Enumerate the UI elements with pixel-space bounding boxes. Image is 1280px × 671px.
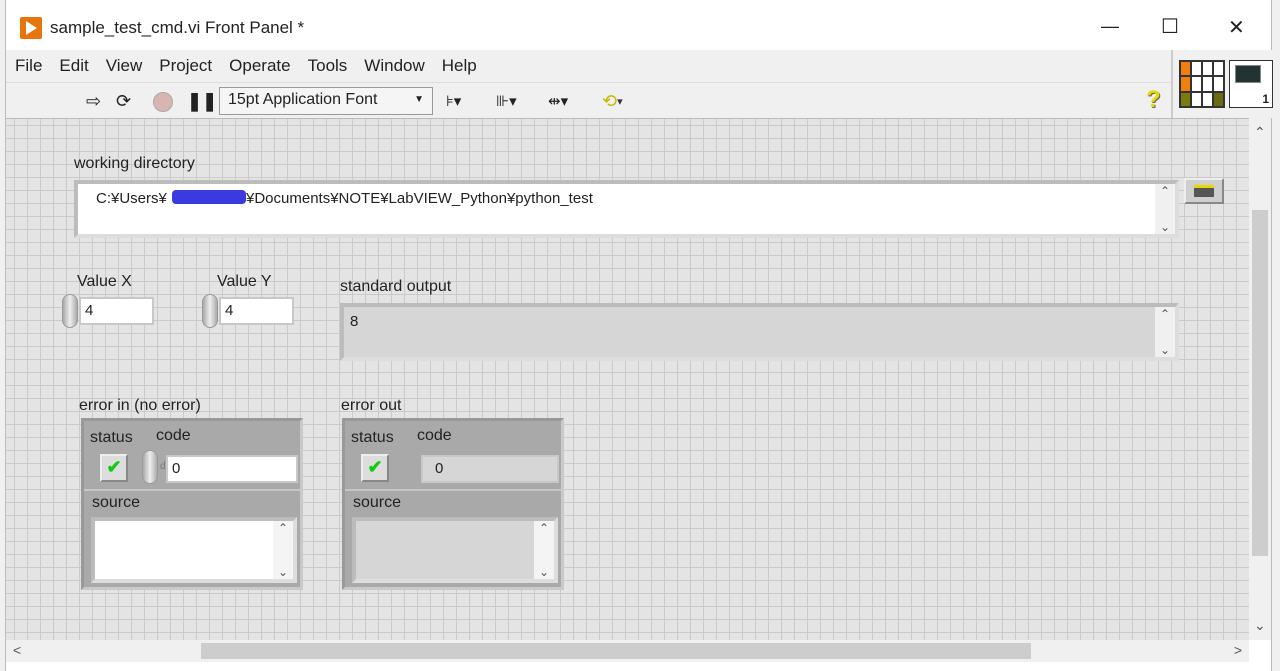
menu-bar: File Edit View Project Operate Tools Win…	[6, 50, 1171, 82]
resize-objects-icon[interactable]: ⇹▾	[548, 88, 568, 114]
scroll-down-button[interactable]: ⌄	[1254, 617, 1266, 634]
run-continuously-icon[interactable]: ⟳	[116, 88, 131, 114]
path-value-prefix: C:¥Users¥	[96, 190, 167, 207]
value-x-input[interactable]: 4	[79, 297, 154, 325]
error-out-source-indicator: ⌃⌄	[352, 517, 558, 583]
scroll-up-icon[interactable]: ⌃	[1160, 184, 1170, 198]
working-directory-label: working directory	[74, 155, 195, 173]
value-x-label: Value X	[77, 273, 132, 291]
menu-file[interactable]: File	[15, 56, 42, 76]
menu-window[interactable]: Window	[364, 56, 424, 76]
font-select-value: 15pt Application Font	[228, 91, 377, 108]
standard-output-scrollbar[interactable]: ⌃⌄	[1155, 307, 1175, 357]
scroll-down-icon[interactable]: ⌄	[1160, 343, 1170, 357]
error-out-status-label: status	[351, 429, 394, 447]
scroll-up-icon[interactable]: ⌃	[1160, 307, 1170, 321]
menu-operate[interactable]: Operate	[229, 56, 290, 76]
scroll-up-icon[interactable]: ⌃	[539, 521, 549, 535]
path-scrollbar[interactable]: ⌃⌄	[1155, 184, 1175, 234]
error-in-code-increment-decrement[interactable]	[142, 450, 158, 484]
labview-logo-icon	[20, 17, 42, 39]
icon-pane: 1	[1171, 50, 1273, 118]
minimize-button[interactable]: —	[1101, 16, 1119, 37]
maximize-button[interactable]: ☐	[1161, 14, 1179, 39]
error-out-code-label: code	[417, 427, 452, 445]
menu-tools[interactable]: Tools	[308, 56, 348, 76]
error-out-status-indicator: ✔	[361, 454, 389, 482]
vi-icon-number: 1	[1262, 92, 1269, 106]
scroll-down-icon[interactable]: ⌄	[539, 565, 549, 579]
scroll-right-button[interactable]: >	[1234, 642, 1242, 658]
pause-icon[interactable]: ❚❚	[187, 88, 217, 114]
scroll-up-icon[interactable]: ⌃	[278, 521, 288, 535]
error-out-cluster: status code ✔ d 0 source ⌃⌄	[342, 418, 564, 590]
error-out-code-indicator: 0	[421, 455, 559, 483]
scroll-down-icon[interactable]: ⌄	[1160, 220, 1170, 234]
standard-output-value: 8	[350, 313, 358, 330]
toolbar	[6, 82, 1171, 118]
value-y-input[interactable]: 4	[219, 297, 294, 325]
path-value-suffix: ¥Documents¥NOTE¥LabVIEW_Python¥python_te…	[246, 190, 593, 207]
value-y-label: Value Y	[217, 273, 272, 291]
error-in-label: error in (no error)	[79, 397, 201, 415]
reorder-icon[interactable]: ⟲▾	[602, 88, 623, 114]
menu-help[interactable]: Help	[442, 56, 477, 76]
scroll-up-button[interactable]: ⌃	[1254, 124, 1266, 141]
redacted-username	[172, 190, 246, 204]
error-out-label: error out	[341, 397, 401, 415]
standard-output-label: standard output	[340, 278, 451, 296]
menu-view[interactable]: View	[106, 56, 143, 76]
error-out-source-label: source	[353, 494, 401, 512]
title-bar: sample_test_cmd.vi Front Panel * — ☐ ✕	[6, 0, 1271, 52]
close-button[interactable]: ✕	[1228, 15, 1245, 40]
vertical-scrollbar[interactable]: ⌃ ⌄	[1249, 118, 1271, 640]
error-out-source-scrollbar[interactable]: ⌃⌄	[534, 521, 554, 579]
align-objects-icon[interactable]: ⊧▾	[446, 88, 461, 114]
scroll-down-icon[interactable]: ⌄	[278, 565, 288, 579]
value-y-increment-decrement[interactable]	[202, 294, 218, 328]
front-panel-window: sample_test_cmd.vi Front Panel * — ☐ ✕ F…	[5, 0, 1272, 671]
window-title: sample_test_cmd.vi Front Panel *	[50, 18, 304, 38]
vertical-scroll-thumb[interactable]	[1252, 210, 1268, 556]
error-in-code-label: code	[156, 427, 191, 445]
menu-edit[interactable]: Edit	[59, 56, 88, 76]
working-directory-path-control[interactable]: C:¥Users¥ ¥Documents¥NOTE¥LabVIEW_Python…	[74, 180, 1179, 238]
abort-icon[interactable]	[153, 92, 173, 112]
dropdown-arrow-icon: ▼	[414, 94, 424, 105]
error-in-status-label: status	[90, 429, 133, 447]
error-in-status-checkbox[interactable]: ✔	[100, 454, 128, 482]
font-select[interactable]: 15pt Application Font ▼	[219, 87, 433, 115]
browse-folder-button[interactable]	[1184, 178, 1224, 204]
error-in-source-scrollbar[interactable]: ⌃⌄	[273, 521, 293, 579]
vi-icon[interactable]: 1	[1229, 60, 1273, 108]
horizontal-scroll-thumb[interactable]	[201, 643, 1031, 659]
connector-pane-icon[interactable]	[1179, 60, 1225, 108]
error-in-cluster: status code ✔ d 0 source ⌃⌄	[81, 418, 303, 590]
scroll-left-button[interactable]: <	[13, 642, 21, 658]
error-in-source-label: source	[92, 494, 140, 512]
menu-project[interactable]: Project	[159, 56, 212, 76]
context-help-icon[interactable]: ?	[1146, 86, 1161, 114]
error-in-code-input[interactable]: 0	[166, 455, 298, 483]
horizontal-scrollbar[interactable]: < >	[6, 640, 1249, 662]
standard-output-indicator: 8 ⌃⌄	[340, 303, 1179, 361]
distribute-objects-icon[interactable]: ⊪▾	[496, 88, 517, 114]
value-x-increment-decrement[interactable]	[62, 294, 78, 328]
run-arrow-icon[interactable]: ⇨	[86, 88, 101, 114]
error-in-radix[interactable]: d	[160, 461, 166, 472]
error-in-source-input[interactable]: ⌃⌄	[91, 517, 297, 583]
